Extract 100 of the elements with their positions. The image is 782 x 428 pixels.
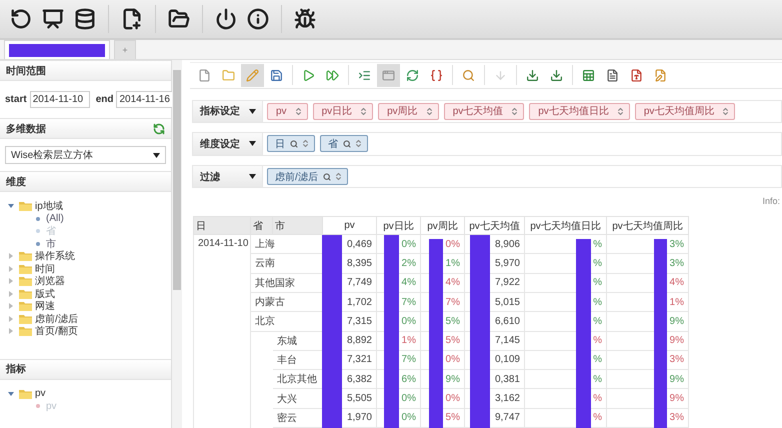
info-icon [247,8,269,30]
spreadsheet-icon [582,68,595,82]
arrow-down-icon [494,68,507,82]
tab[interactable] [4,40,110,59]
end-label: end [96,94,114,105]
measure-chip[interactable]: pv七天均值日比 [529,102,630,120]
sort-icon [359,106,368,116]
tree-node[interactable]: ip地域 [8,200,171,212]
measure-chip[interactable]: pv日比 [312,102,374,120]
folder-icon [19,388,32,399]
cube-select[interactable]: Wise检索层立方体 [5,146,166,164]
info-label: Info: [762,196,780,208]
row-label-dropdown[interactable]: 过滤 [193,166,263,188]
sort-icon [354,139,363,148]
measure-chip[interactable]: pv七天均值周比 [634,102,736,120]
expanded-arrow-icon[interactable] [8,390,14,397]
braces-icon [430,68,443,82]
section-title: 时间范围 [6,64,46,78]
window-icon [382,68,395,82]
expanded-arrow-icon[interactable] [8,203,14,210]
sort-icon [334,172,343,182]
column-header[interactable]: 日 [194,216,250,235]
tree-node[interactable]: 浏览器 [8,275,171,288]
leaf-label: 省 [46,224,56,238]
start-date-field[interactable]: 2014-11-10 [30,91,90,108]
measure-chip[interactable]: pv [267,102,308,120]
column-header[interactable]: pv [322,216,376,235]
node-label: 虑前/滤后 [35,312,78,326]
caret-icon [153,152,160,158]
refresh-icon[interactable] [153,122,165,134]
node-label: 网速 [35,300,55,314]
refresh-icon [10,8,32,30]
play-icon [302,68,315,82]
tree-node[interactable]: 操作系统 [8,250,171,262]
folder-icon [19,264,32,274]
column-header[interactable]: 市 [272,216,322,235]
database-icon [74,8,96,30]
download-icon [526,68,539,82]
folder-icon [19,288,32,299]
column-header[interactable]: pv七天均值 [464,216,524,235]
search-icon [322,172,331,181]
sort-icon [294,106,303,116]
caret-icon [249,174,256,180]
dimension-chip[interactable]: 虑前/滤后 [267,168,348,186]
download-icon [550,68,563,82]
node-label: 时间 [35,262,55,276]
folder-icon [19,201,32,212]
folder-icon [19,251,32,262]
search-icon [290,140,298,148]
caret-icon [249,141,256,146]
tree-node[interactable]: 网速 [8,300,171,312]
sort-icon [616,106,625,116]
column-header[interactable]: 省 [250,216,272,235]
table-cell: 2014-11-10 [194,234,250,428]
leaf-label: (All) [46,213,64,224]
tree-leaf[interactable]: (All) [8,212,171,225]
node-label: 操作系统 [35,250,75,264]
sort-icon [301,139,310,148]
pencil-button[interactable] [241,64,264,87]
bug-icon [294,8,316,30]
new-file-icon [121,8,143,30]
edit-file-icon [654,68,667,82]
file-icon [198,68,211,82]
scrollbar[interactable] [172,60,182,428]
node-label: pv [35,388,46,400]
measure-chip[interactable]: pv周比 [378,102,439,120]
node-label: ip地域 [35,200,63,214]
measure-chip[interactable]: pv七天均值 [444,102,524,120]
sort-icon [721,106,730,116]
power-icon [215,8,237,30]
section-title: 多维数据 [6,122,46,136]
caret-icon [249,108,256,114]
window-button[interactable] [377,64,400,87]
search-icon [343,140,351,148]
tree-node[interactable]: 时间 [8,262,171,275]
node-label: 首页/翻页 [35,324,78,338]
tree-node[interactable]: 虑前/滤后 [8,312,171,325]
column-header[interactable]: pv七天均值周比 [606,216,688,235]
pencil-icon [246,68,259,82]
column-header[interactable]: pv周比 [420,216,464,235]
leaf-label: pv [46,400,57,412]
row-label-dropdown[interactable]: 维度设定 [193,133,263,155]
dimension-chip[interactable]: 省 [320,135,368,152]
tree-leaf[interactable]: 市 [8,238,171,250]
node-label: 版式 [35,288,55,300]
column-header[interactable]: pv七天均值日比 [524,216,606,235]
tree-node[interactable]: pv [8,388,171,400]
tree-node[interactable]: 首页/翻页 [8,325,171,338]
row-label-dropdown[interactable]: 指标设定 [193,100,263,122]
tree-node[interactable]: 版式 [8,288,171,300]
search-icon [462,68,475,82]
column-header[interactable]: pv日比 [376,216,420,235]
refresh-icon [406,68,419,82]
leaf-label: 市 [46,238,56,250]
dimension-chip[interactable]: 日 [267,135,315,152]
fast-forward-icon [326,68,339,82]
folder-icon [19,276,32,286]
node-label: 浏览器 [35,274,65,288]
presentation-icon [42,8,64,30]
folder-icon [222,68,235,82]
